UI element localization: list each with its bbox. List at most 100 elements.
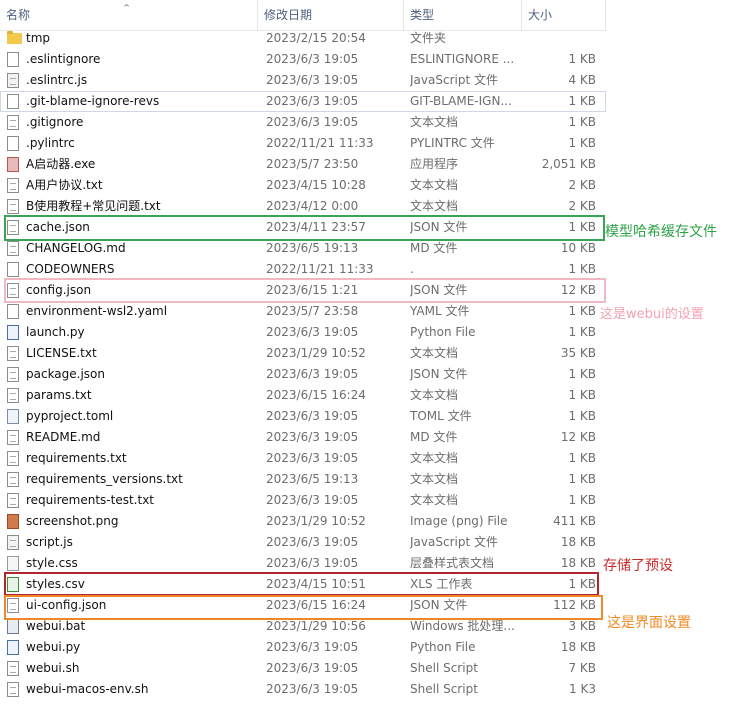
file-name: .git-blame-ignore-revs [26, 94, 160, 108]
markdown-file-icon [7, 241, 19, 256]
column-header-name[interactable]: 名称 ⌃ [0, 0, 258, 30]
file-name: screenshot.png [26, 514, 119, 528]
file-size: 10 KB [560, 241, 596, 255]
column-header-bar: 名称 ⌃ 修改日期 类型 大小 [0, 0, 606, 31]
highlight-box-config [4, 278, 606, 303]
text-file-icon [7, 451, 19, 466]
file-name: params.txt [26, 388, 92, 402]
file-type: 文本文档 [410, 493, 459, 507]
text-file-icon [7, 388, 19, 403]
css-file-icon [7, 556, 19, 571]
file-row[interactable]: B使用教程+常见问题.txt 2023/4/12 0:00 文本文档 2 KB [0, 196, 606, 217]
file-size: 2,051 KB [541, 157, 596, 171]
json-file-icon [7, 367, 19, 382]
file-size: 7 KB [568, 661, 596, 675]
file-name: A启动器.exe [26, 157, 96, 171]
file-row[interactable]: README.md 2023/6/3 19:05 MD 文件 12 KB [0, 427, 606, 448]
file-row[interactable]: pyproject.toml 2023/6/3 19:05 TOML 文件 1 KB [0, 406, 606, 427]
sort-ascending-icon: ⌃ [122, 2, 132, 15]
file-name: README.md [26, 430, 101, 444]
file-date: 2023/6/3 19:05 [266, 367, 359, 381]
file-row[interactable]: .gitignore 2023/6/3 19:05 文本文档 1 KB [0, 112, 606, 133]
column-header-size[interactable]: 大小 [522, 0, 606, 30]
file-type: Python File [410, 325, 476, 339]
file-row[interactable]: CHANGELOG.md 2023/6/5 19:13 MD 文件 10 KB [0, 238, 606, 259]
file-row[interactable]: .eslintignore 2023/6/3 19:05 ESLINTIGNORE … [0, 49, 606, 70]
file-row[interactable]: LICENSE.txt 2023/1/29 10:52 文本文档 35 KB [0, 343, 606, 364]
file-size: 1 KB [568, 409, 596, 423]
file-date: 2023/6/3 19:05 [266, 640, 359, 654]
python-file-icon [7, 325, 19, 340]
image-file-icon [7, 514, 19, 529]
file-date: 2023/6/3 19:05 [266, 451, 359, 465]
file-row[interactable]: environment-wsl2.yaml 2023/5/7 23:58 YAML … [0, 301, 606, 322]
toml-file-icon [7, 409, 19, 424]
file-row[interactable]: webui.sh 2023/6/3 19:05 Shell Script 7 KB [0, 658, 606, 679]
file-size: 1 KB [568, 367, 596, 381]
file-type: 文本文档 [410, 178, 459, 192]
file-row[interactable]: webui.py 2023/6/3 19:05 Python File 18 KB [0, 637, 606, 658]
column-header-size-label: 大小 [528, 8, 553, 22]
file-size: 18 KB [560, 535, 596, 549]
annotation-cache: 模型哈希缓存文件 [605, 224, 717, 240]
file-size: 1 KB [568, 136, 596, 150]
annotation-styles: 存储了预设 [603, 558, 673, 574]
file-row[interactable]: webui-macos-env.sh 2023/6/3 19:05 Shell Sc… [0, 679, 606, 700]
file-type: Image (png) File [410, 514, 508, 528]
file-row[interactable]: A用户协议.txt 2023/4/15 10:28 文本文档 2 KB [0, 175, 606, 196]
file-date: 2023/6/5 19:13 [266, 472, 359, 486]
file-type: TOML 文件 [410, 409, 472, 423]
file-name: webui.py [26, 640, 81, 654]
file-row[interactable]: params.txt 2023/6/15 16:24 文本文档 1 KB [0, 385, 606, 406]
file-date: 2022/11/21 11:33 [266, 262, 374, 276]
file-name: pyproject.toml [26, 409, 114, 423]
file-row[interactable]: requirements-test.txt 2023/6/3 19:05 文本文档 1… [0, 490, 606, 511]
file-date: 2023/4/15 10:28 [266, 178, 366, 192]
file-size: 1 KB [568, 325, 596, 339]
file-size [522, 28, 596, 49]
file-size: 1 KB [568, 262, 596, 276]
file-name: .eslintrc.js [26, 73, 88, 87]
file-date: 2023/6/3 19:05 [266, 325, 359, 339]
highlight-box-styles [4, 572, 599, 596]
file-row[interactable]: .pylintrc 2022/11/21 11:33 PYLINTRC 文件 1 KB [0, 133, 606, 154]
column-header-type-label: 类型 [410, 8, 435, 22]
file-row[interactable]: requirements_versions.txt 2023/6/5 19:13 文… [0, 469, 606, 490]
file-size: 1 KB [568, 493, 596, 507]
file-row[interactable]: tmp 2023/2/15 20:54 文件夹 [0, 28, 606, 49]
file-row[interactable]: .git-blame-ignore-revs 2023/6/3 19:05 GIT-… [0, 91, 606, 112]
column-header-type[interactable]: 类型 [404, 0, 522, 30]
file-type: ESLINTIGNORE ... [410, 52, 515, 66]
file-row[interactable]: script.js 2023/6/3 19:05 JavaScript 文件 18 K… [0, 532, 606, 553]
highlight-box-ui-config [4, 595, 603, 620]
column-header-date-label: 修改日期 [264, 8, 313, 22]
file-name: LICENSE.txt [26, 346, 97, 360]
file-name: launch.py [26, 325, 85, 339]
file-row[interactable]: requirements.txt 2023/6/3 19:05 文本文档 1 KB [0, 448, 606, 469]
javascript-file-icon [7, 535, 19, 550]
file-row[interactable]: launch.py 2023/6/3 19:05 Python File 1 KB [0, 322, 606, 343]
file-row[interactable]: CODEOWNERS 2022/11/21 11:33. 1 KB [0, 259, 606, 280]
file-date: 2023/6/3 19:05 [266, 115, 359, 129]
column-header-date[interactable]: 修改日期 [258, 0, 404, 30]
file-type: 层叠样式表文档 [410, 556, 495, 570]
file-type: 文本文档 [410, 346, 459, 360]
file-name: B使用教程+常见问题.txt [26, 199, 161, 213]
file-date: 2023/6/3 19:05 [266, 556, 359, 570]
file-row[interactable]: screenshot.png 2023/1/29 10:52 Image (png)… [0, 511, 606, 532]
file-size: 12 KB [560, 430, 596, 444]
file-date: 2023/6/3 19:05 [266, 493, 359, 507]
file-row[interactable]: .eslintrc.js 2023/6/3 19:05 JavaScript 文件 4… [0, 70, 606, 91]
file-row[interactable]: A启动器.exe 2023/5/7 23:50 应用程序 2,051 KB [0, 154, 606, 175]
file-type: 文本文档 [410, 472, 459, 486]
file-row[interactable]: package.json 2023/6/3 19:05 JSON 文件 1 KB [0, 364, 606, 385]
file-date: 2023/4/12 0:00 [266, 199, 359, 213]
file-row[interactable]: style.css 2023/6/3 19:05 层叠样式表文档 18 KB [0, 553, 606, 574]
file-size: 1 KB [568, 451, 596, 465]
text-file-icon [7, 178, 19, 193]
file-name: CODEOWNERS [26, 262, 115, 276]
file-name: style.css [26, 556, 78, 570]
file-date: 2023/5/7 23:50 [266, 157, 359, 171]
annotation-ui-config: 这是界面设置 [607, 615, 691, 631]
file-name: script.js [26, 535, 73, 549]
